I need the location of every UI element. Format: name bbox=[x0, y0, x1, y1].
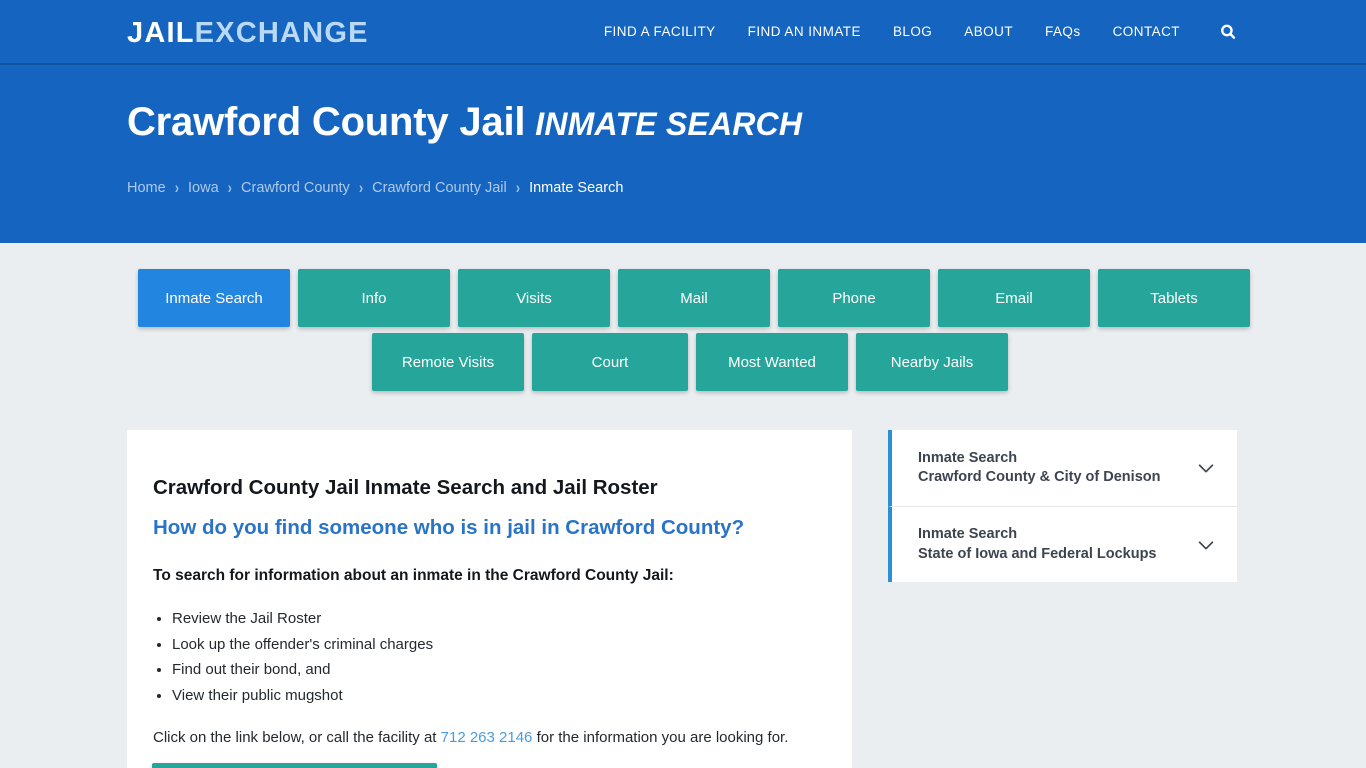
breadcrumb-item-iowa[interactable]: Iowa bbox=[188, 178, 219, 198]
page-title: Crawford County Jail INMATE SEARCH bbox=[127, 102, 802, 142]
accordion-item-county-search[interactable]: Inmate Search Crawford County & City of … bbox=[888, 430, 1237, 506]
accordion-item-subtitle: State of Iowa and Federal Lockups bbox=[918, 545, 1157, 562]
nav-item-faqs[interactable]: FAQs bbox=[1045, 22, 1081, 42]
tab-visits[interactable]: Visits bbox=[458, 269, 610, 327]
content-heading: Crawford County Jail Inmate Search and J… bbox=[153, 476, 658, 499]
facility-phone-link[interactable]: 712 263 2146 bbox=[441, 729, 533, 746]
page-title-main: Crawford County Jail bbox=[127, 100, 526, 144]
chevron-down-icon[interactable] bbox=[1195, 534, 1217, 556]
nav-item-about[interactable]: ABOUT bbox=[964, 22, 1013, 42]
accordion-item-text: Inmate Search State of Iowa and Federal … bbox=[918, 525, 1157, 564]
footer-text-before: Click on the link below, or call the fac… bbox=[153, 729, 441, 746]
nav-item-blog[interactable]: BLOG bbox=[893, 22, 932, 42]
nav-item-find-an-inmate[interactable]: FIND AN INMATE bbox=[748, 22, 861, 42]
nav-item-find-a-facility[interactable]: FIND A FACILITY bbox=[604, 22, 716, 42]
tab-most-wanted[interactable]: Most Wanted bbox=[696, 333, 848, 391]
breadcrumb-separator-icon: › bbox=[174, 178, 180, 197]
search-icon[interactable] bbox=[1218, 22, 1238, 42]
list-item: View their public mugshot bbox=[172, 683, 433, 709]
tab-tablets[interactable]: Tablets bbox=[1098, 269, 1250, 327]
logo-text-secondary: EXCHANGE bbox=[194, 17, 369, 49]
accordion-item-state-federal-search[interactable]: Inmate Search State of Iowa and Federal … bbox=[888, 506, 1237, 582]
breadcrumb-separator-icon: › bbox=[358, 178, 364, 197]
main-content-card: Crawford County Jail Inmate Search and J… bbox=[127, 430, 852, 768]
list-item: Look up the offender's criminal charges bbox=[172, 632, 433, 658]
content-subheading-link[interactable]: How do you find someone who is in jail i… bbox=[153, 515, 744, 541]
tab-email[interactable]: Email bbox=[938, 269, 1090, 327]
accordion-item-subtitle: Crawford County & City of Denison bbox=[918, 469, 1161, 485]
tab-inmate-search[interactable]: Inmate Search bbox=[138, 269, 290, 327]
tab-court[interactable]: Court bbox=[532, 333, 688, 391]
tab-phone[interactable]: Phone bbox=[778, 269, 930, 327]
jail-roster-button[interactable] bbox=[152, 763, 437, 768]
accordion-item-text: Inmate Search Crawford County & City of … bbox=[918, 449, 1160, 488]
content-bullet-list: Review the Jail Roster Look up the offen… bbox=[153, 606, 433, 708]
tab-info[interactable]: Info bbox=[298, 269, 450, 327]
tab-remote-visits[interactable]: Remote Visits bbox=[372, 333, 524, 391]
page-hero: Crawford County Jail INMATE SEARCH Home ›… bbox=[0, 65, 1366, 243]
main-navigation: FIND A FACILITY FIND AN INMATE BLOG ABOU… bbox=[604, 22, 1238, 42]
sidebar-accordion: Inmate Search Crawford County & City of … bbox=[888, 430, 1237, 582]
breadcrumb-separator-icon: › bbox=[515, 178, 521, 197]
page-title-sub: INMATE SEARCH bbox=[535, 106, 803, 142]
site-logo[interactable]: JAILEXCHANGE bbox=[127, 17, 369, 49]
logo-text-primary: JAIL bbox=[127, 17, 195, 49]
list-item: Review the Jail Roster bbox=[172, 606, 433, 632]
section-tabs-row-2: Remote Visits Court Most Wanted Nearby J… bbox=[372, 333, 1008, 391]
accordion-item-title: Inmate Search bbox=[918, 449, 1018, 466]
chevron-down-icon[interactable] bbox=[1195, 457, 1217, 479]
list-item: Find out their bond, and bbox=[172, 657, 433, 683]
breadcrumb-item-crawford-county-jail[interactable]: Crawford County Jail bbox=[372, 178, 507, 198]
section-tabs-row-1: Inmate Search Info Visits Mail Phone Ema… bbox=[138, 269, 1250, 327]
content-footer-text: Click on the link below, or call the fac… bbox=[153, 727, 788, 749]
tab-nearby-jails[interactable]: Nearby Jails bbox=[856, 333, 1008, 391]
breadcrumb-item-current: Inmate Search bbox=[529, 180, 624, 196]
site-header: JAILEXCHANGE FIND A FACILITY FIND AN INM… bbox=[0, 0, 1366, 65]
accordion-item-title: Inmate Search bbox=[918, 526, 1018, 542]
footer-text-after: for the information you are looking for. bbox=[532, 729, 789, 746]
breadcrumb-item-home[interactable]: Home bbox=[127, 178, 166, 198]
breadcrumb: Home › Iowa › Crawford County › Crawford… bbox=[127, 178, 623, 198]
content-lead-text: To search for information about an inmat… bbox=[153, 567, 674, 584]
tab-mail[interactable]: Mail bbox=[618, 269, 770, 327]
breadcrumb-item-crawford-county[interactable]: Crawford County bbox=[241, 178, 350, 198]
nav-item-contact[interactable]: CONTACT bbox=[1113, 22, 1180, 42]
breadcrumb-separator-icon: › bbox=[227, 178, 233, 197]
